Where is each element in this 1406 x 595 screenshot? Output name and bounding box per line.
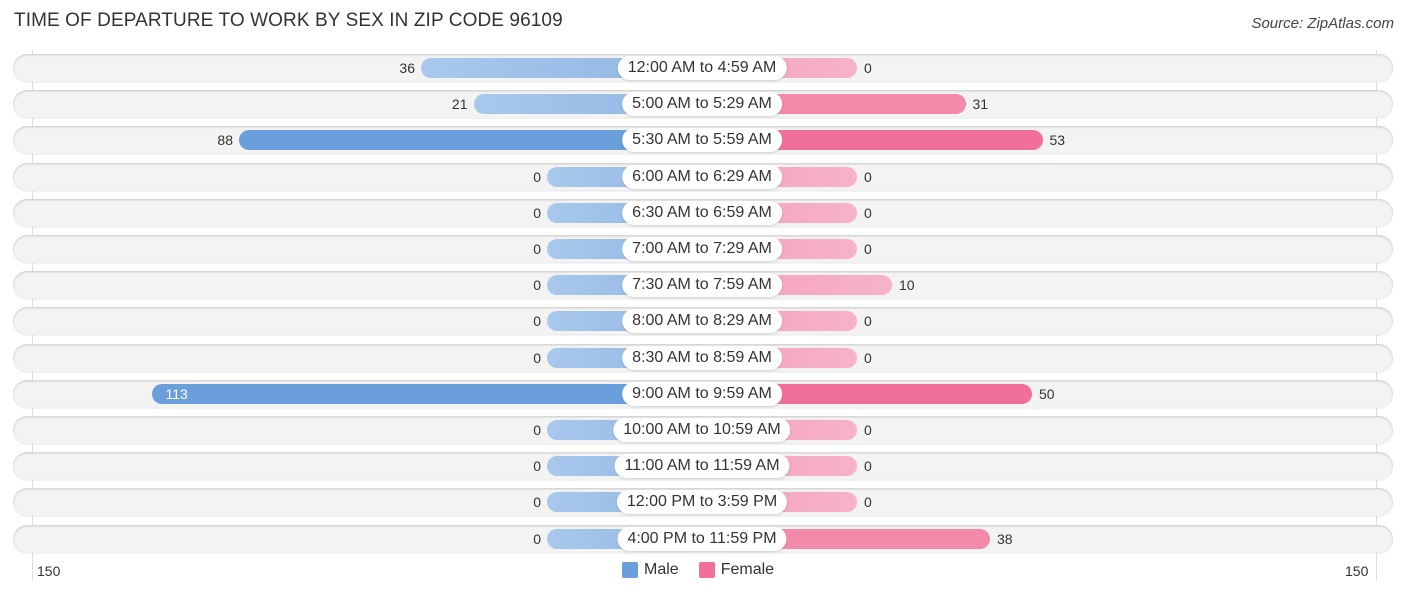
category-label: 7:00 AM to 7:29 AM (622, 237, 782, 261)
category-label: 7:30 AM to 7:59 AM (622, 273, 782, 298)
chart-title: TIME OF DEPARTURE TO WORK BY SEX IN ZIP … (14, 10, 563, 31)
bar-male (151, 383, 702, 404)
category-label: 9:00 AM to 9:59 AM (622, 381, 782, 406)
value-male: 0 (533, 241, 541, 257)
value-female: 0 (864, 313, 872, 330)
category-label: 4:00 PM to 11:59 PM (617, 526, 787, 551)
value-male: 0 (533, 313, 541, 330)
value-female: 38 (997, 530, 1013, 547)
value-female: 53 (1049, 132, 1066, 149)
value-female: 0 (864, 204, 872, 221)
category-label: 10:00 AM to 10:59 AM (613, 418, 791, 442)
value-male: 88 (217, 132, 233, 149)
value-male: 36 (399, 60, 415, 76)
value-female: 0 (864, 241, 872, 257)
value-male: 21 (451, 96, 468, 113)
axis-label-left: 150 (37, 563, 61, 579)
value-female: 0 (864, 60, 872, 76)
source-label: Source: ZipAtlas.com (1251, 15, 1394, 32)
value-male: 0 (533, 349, 541, 366)
category-label: 11:00 AM to 11:59 AM (614, 454, 790, 479)
category-label: 6:30 AM to 6:59 AM (622, 200, 782, 225)
legend-swatch-male (622, 562, 638, 578)
value-male: 0 (533, 204, 541, 221)
value-female: 10 (899, 277, 915, 294)
category-label: 5:00 AM to 5:29 AM (622, 92, 782, 117)
value-female: 31 (972, 96, 989, 113)
value-female: 0 (864, 168, 872, 185)
value-male: 0 (533, 530, 541, 547)
legend-swatch-female (698, 562, 715, 578)
value-male: 0 (533, 422, 541, 438)
value-female: 0 (864, 422, 872, 438)
value-male: 0 (533, 277, 541, 294)
value-male: 0 (533, 168, 541, 185)
category-label: 12:00 PM to 3:59 PM (616, 490, 788, 515)
legend-label-male: Male (644, 561, 679, 578)
legend-label-female: Female (720, 561, 775, 578)
category-label: 8:30 AM to 8:59 AM (622, 345, 782, 370)
value-male: 0 (533, 494, 541, 511)
value-female: 0 (864, 458, 872, 475)
category-label: 8:00 AM to 8:29 AM (622, 309, 782, 334)
category-label: 5:30 AM to 5:59 AM (622, 128, 782, 153)
value-female: 50 (1039, 385, 1055, 402)
axis-label-right: 150 (1345, 563, 1369, 579)
category-label: 6:00 AM to 6:29 AM (622, 164, 782, 189)
value-male: 113 (165, 385, 188, 402)
value-female: 0 (864, 494, 872, 511)
value-female: 0 (864, 349, 872, 366)
category-label: 12:00 AM to 4:59 AM (617, 56, 787, 80)
value-male: 0 (533, 458, 541, 475)
legend: Male Female (622, 561, 774, 579)
